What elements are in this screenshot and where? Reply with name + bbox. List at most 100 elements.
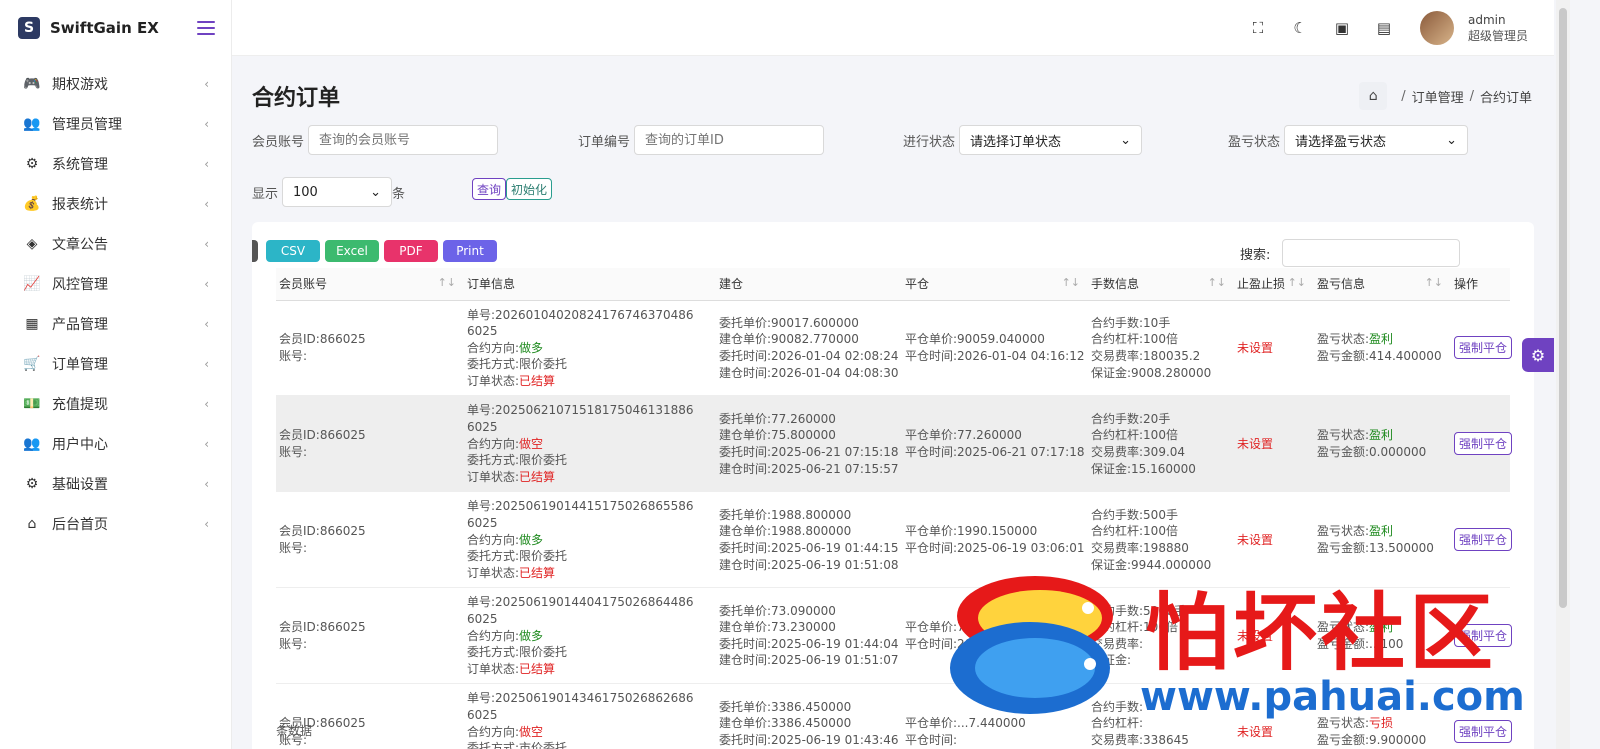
pnl-cell: 盈亏状态:盈利 盈亏金额:414.400000 (1314, 300, 1451, 397)
chevron-down-icon: ⌄ (1446, 132, 1458, 148)
chevron-left-icon: ‹ (204, 277, 209, 291)
force-close-button[interactable]: 强制平仓 (1454, 528, 1513, 552)
chevron-left-icon: ‹ (204, 397, 209, 411)
settings-gear-icon[interactable]: ⚙ (1522, 338, 1554, 372)
line-chart-icon: 📈 (23, 276, 41, 292)
pdf-button[interactable]: PDF (384, 240, 438, 262)
sidebar-item[interactable]: 💰 报表统计 ‹ (0, 184, 231, 224)
col-action: 操作 (1451, 268, 1510, 301)
chevron-left-icon: ‹ (204, 437, 209, 451)
pnl-status-value: 请选择盈亏状态 (1295, 134, 1387, 150)
tpsl-cell: 未设置 (1234, 395, 1314, 493)
sidebar-item[interactable]: 💵 充值提现 ‹ (0, 384, 231, 424)
chat-icon[interactable]: ▤ (1374, 18, 1394, 38)
pnl-filter: 盈亏状态 请选择盈亏状态 ⌄ (1228, 125, 1469, 155)
money-icon[interactable]: ▣ (1332, 18, 1352, 38)
table-header-row: 会员账号 ↑↓ 订单信息 建仓 平仓 ↑↓ 手数信息 ↑↓ 止盈止损 ↑↓ 盈亏信息 ↑↓… (276, 268, 1510, 301)
col-lots[interactable]: 手数信息 ↑↓ (1088, 268, 1234, 301)
user-group-icon: 👥 (23, 436, 41, 452)
users-icon: 👥 (23, 116, 41, 132)
order-id-input[interactable] (634, 125, 825, 155)
table-search: 搜索: (1240, 239, 1461, 267)
sidebar-item[interactable]: ▦ 产品管理 ‹ (0, 304, 231, 344)
table-row: 会员ID:866025 账号: 单号:2025062107151817504613… (276, 395, 1513, 493)
search-input[interactable] (1282, 239, 1461, 267)
chevron-left-icon: ‹ (204, 157, 209, 171)
member-input[interactable] (308, 125, 499, 155)
member-filter: 会员账号 (252, 125, 499, 155)
member-cell: 会员ID:866025 账号: (276, 683, 464, 749)
member-cell: 会员ID:866025 账号: (276, 395, 464, 493)
status-filter-label: 进行状态 (903, 134, 956, 150)
sidebar-item[interactable]: 🎮 期权游戏 ‹ (0, 64, 231, 104)
menu-toggle-icon[interactable] (197, 21, 215, 35)
csv-button[interactable]: CSV (266, 240, 320, 262)
col-open[interactable]: 建仓 (716, 268, 902, 301)
close-cell: 平仓单价:90059.040000 平仓时间:2026-01-04 04:16:1… (902, 300, 1088, 397)
chevron-down-icon: ⌄ (370, 184, 382, 200)
breadcrumb-current: 合约订单 (1479, 90, 1532, 106)
query-button[interactable]: 查询 (472, 178, 507, 200)
home-icon[interactable]: ⌂ (1359, 82, 1388, 110)
cubes-icon: ▦ (25, 316, 39, 332)
order-info-cell: 单号:20250619014404175026864486​6025 合约方向:做… (464, 587, 716, 685)
sidebar-item-label: 产品管理 (52, 317, 108, 333)
sidebar-item-label: 风控管理 (52, 277, 108, 293)
col-order[interactable]: 订单信息 (464, 268, 716, 301)
watermark-url: www.pahuai.com (1140, 674, 1525, 720)
cash-icon: 💵 (23, 396, 41, 412)
lots-cell: 合约手数:10手 合约杠杆:100倍 交易费率:180035.2 保证金:9008.2… (1088, 300, 1234, 397)
sidebar-item[interactable]: 📈 风控管理 ‹ (0, 264, 231, 304)
sidebar-item[interactable]: ◈ 文章公告 ‹ (0, 224, 231, 264)
page-size-value: 100 (293, 184, 318, 200)
sidebar-item-label: 后台首页 (52, 517, 108, 533)
breadcrumb-item[interactable]: 订单管理 (1412, 87, 1464, 106)
page-title: 合约订单 (252, 86, 341, 111)
layers-icon: ◈ (26, 236, 38, 252)
table-row: 会员ID:866025 账号: 单号:2026010402082417674637… (276, 300, 1513, 397)
scroll-thumb[interactable] (1559, 8, 1567, 608)
open-cell: 委托单价:3386.450000 建仓单价:3386.450000 委托时间:202… (716, 683, 902, 749)
sidebar-item-label: 文章公告 (52, 237, 108, 253)
sidebar-item[interactable]: 🛒 订单管理 ‹ (0, 344, 231, 384)
chevron-down-icon: ⌄ (1120, 132, 1132, 148)
brand: S SwiftGain EX (0, 0, 231, 56)
fullscreen-icon[interactable]: ⛶ (1248, 18, 1268, 38)
pnl-status-select[interactable]: 请选择盈亏状态 ⌄ (1284, 125, 1469, 155)
user-menu[interactable]: admin 超级管理员 (1419, 10, 1528, 45)
sidebar-item[interactable]: ⚙ 系统管理 ‹ (0, 144, 231, 184)
order-status-select[interactable]: 请选择订单状态 ⌄ (959, 125, 1143, 155)
avatar[interactable] (1419, 10, 1454, 45)
chevron-left-icon: ‹ (204, 317, 209, 331)
print-button[interactable]: Print (443, 240, 497, 262)
open-cell: 委托单价:73.090000 建仓单价:73.230000 委托时间:2025-06… (716, 587, 902, 685)
col-member[interactable]: 会员账号 ↑↓ (276, 268, 464, 301)
close-cell: 平仓单价:77.260000 平仓时间:2025-06-21 07:17:18 (902, 395, 1088, 493)
moon-icon[interactable]: ☾ (1290, 18, 1310, 38)
col-pnl[interactable]: 盈亏信息 ↑↓ (1314, 268, 1451, 301)
home-icon: ⌂ (27, 516, 37, 532)
brand-logo-icon: S (18, 17, 40, 39)
chevron-left-icon: ‹ (204, 197, 209, 211)
excel-button[interactable]: Excel (325, 240, 379, 262)
sidebar-item[interactable]: ⌂ 后台首页 ‹ (0, 504, 231, 544)
gear-icon: ⚙ (25, 156, 39, 172)
sidebar-item-label: 管理员管理 (52, 117, 122, 133)
sidebar-item[interactable]: 👥 管理员管理 ‹ (0, 104, 231, 144)
chevron-left-icon: ‹ (204, 237, 209, 251)
force-close-button[interactable]: 强制平仓 (1454, 432, 1513, 456)
reset-button[interactable]: 初始化 (506, 178, 553, 200)
sidebar-item-label: 充值提现 (52, 397, 108, 413)
order-info-cell: 单号:20260104020824176746370486​6025 合约方向:做… (464, 300, 716, 397)
sidebar-item[interactable]: 👥 用户中心 ‹ (0, 424, 231, 464)
watermark: 怕坏社区 www.pahuai.com (940, 556, 1540, 736)
force-close-button[interactable]: 强制平仓 (1454, 336, 1513, 360)
page-size-select[interactable]: 100 ⌄ (282, 177, 393, 207)
sidebar-item-label: 订单管理 (52, 357, 108, 373)
page-scrollbar[interactable] (1556, 0, 1570, 749)
order-filter-label: 订单编号 (578, 134, 631, 150)
sidebar-item[interactable]: ⚙ 基础设置 ‹ (0, 464, 231, 504)
col-close[interactable]: 平仓 ↑↓ (902, 268, 1088, 301)
col-tpsl[interactable]: 止盈止损 ↑↓ (1234, 268, 1314, 301)
topbar: ⛶ ☾ ▣ ▤ admin 超级管理员 (232, 0, 1554, 56)
